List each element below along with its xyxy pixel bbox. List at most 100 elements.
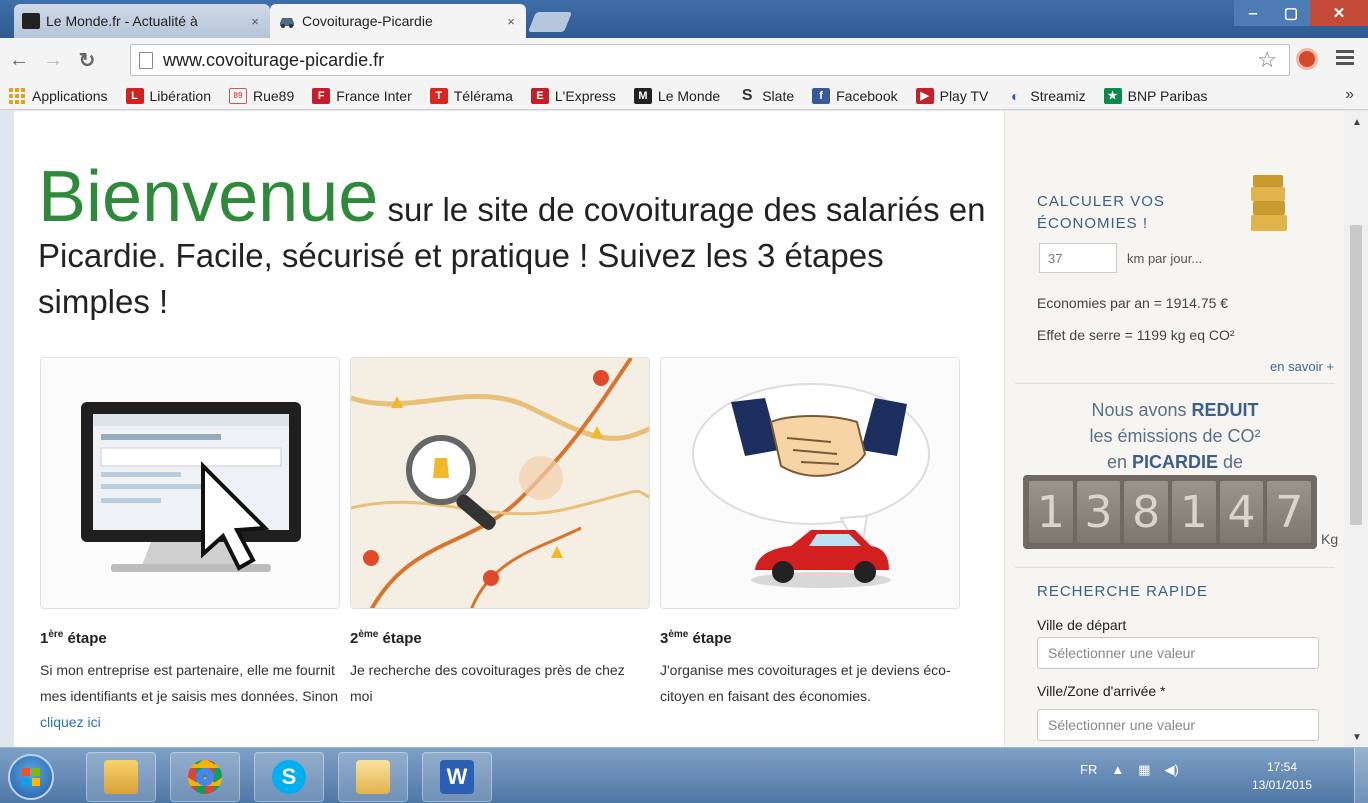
taskbar-chrome[interactable] xyxy=(170,752,240,802)
km-per-day-label: km par jour... xyxy=(1127,251,1203,266)
step-3-heading: 3ème étape xyxy=(660,629,732,647)
step-3-description: J'organise mes covoiturages et je devien… xyxy=(660,662,951,704)
new-tab-button[interactable] xyxy=(527,12,573,32)
bookmark-telerama[interactable]: T Télérama xyxy=(429,87,513,104)
address-bar[interactable]: www.covoiturage-picardie.fr ☆ xyxy=(130,44,1290,76)
steps-section: 1ère étape Si mon entreprise est partena… xyxy=(40,357,970,747)
telerama-icon: T xyxy=(429,87,448,104)
divider xyxy=(1015,383,1335,384)
counter-digit: 4 xyxy=(1219,481,1264,543)
folder-icon xyxy=(356,760,390,794)
bookmark-playtv[interactable]: ▶ Play TV xyxy=(915,87,989,104)
computer-screen-illustration[interactable] xyxy=(40,357,340,609)
yearly-savings-text: Economies par an = 1914.75 € xyxy=(1037,295,1229,311)
back-arrow-icon[interactable]: ← xyxy=(4,45,34,75)
streamiz-icon: ◐ xyxy=(1011,87,1020,104)
show-hidden-icons-icon[interactable]: ▲ xyxy=(1111,762,1124,778)
scroll-down-icon[interactable]: ▼ xyxy=(1352,732,1362,743)
close-window-button[interactable]: ✕ xyxy=(1310,0,1368,26)
bookmark-streamiz[interactable]: ◐ Streamiz xyxy=(1006,88,1085,104)
departure-label: Ville de départ xyxy=(1037,617,1127,633)
step-3: 3ème étape J'organise mes covoiturages e… xyxy=(660,357,960,709)
bookmark-facebook[interactable]: f Facebook xyxy=(812,87,898,104)
bookmark-star-icon[interactable]: ☆ xyxy=(1257,47,1277,73)
map-search-illustration[interactable] xyxy=(350,357,650,609)
facebook-icon: f xyxy=(812,87,831,104)
car-favicon-icon xyxy=(278,13,296,29)
arrival-label: Ville/Zone d'arrivée * xyxy=(1037,683,1166,699)
bookmark-label: Facebook xyxy=(836,87,898,104)
close-tab-icon[interactable]: × xyxy=(504,14,518,29)
bookmark-applications[interactable]: Applications xyxy=(8,87,108,104)
quick-search-title: RECHERCHE RAPIDE xyxy=(1037,583,1209,600)
tab-covoiturage[interactable]: Covoiturage-Picardie × xyxy=(270,4,526,38)
more-bookmarks-icon[interactable]: » xyxy=(1345,86,1354,104)
co2-counter: 1 3 8 1 4 7 xyxy=(1023,475,1317,549)
learn-more-link[interactable]: en savoir + xyxy=(1270,359,1334,374)
start-button[interactable] xyxy=(8,754,54,800)
step-1-description: Si mon entreprise est partenaire, elle m… xyxy=(40,662,339,730)
menu-icon[interactable] xyxy=(1336,50,1354,68)
bookmark-label: L'Express xyxy=(554,87,616,104)
handshake-car-illustration[interactable] xyxy=(660,357,960,609)
step-1: 1ère étape Si mon entreprise est partena… xyxy=(40,357,340,735)
right-sidebar: Calculer vos économies ! km par jour... … xyxy=(1004,111,1344,747)
close-tab-icon[interactable]: × xyxy=(248,14,262,29)
tab-title: Le Monde.fr - Actualité à xyxy=(46,13,198,29)
forward-arrow-icon[interactable]: → xyxy=(38,45,68,75)
clock[interactable]: 17:54 13/01/2015 xyxy=(1252,758,1312,794)
apps-icon xyxy=(8,87,26,104)
bookmark-label: Streamiz xyxy=(1030,87,1086,104)
arrival-select[interactable]: Sélectionner une valeur xyxy=(1037,709,1319,741)
bookmark-label: Slate xyxy=(762,87,795,104)
bookmark-le-monde[interactable]: M Le Monde xyxy=(633,87,721,104)
show-desktop-button[interactable] xyxy=(1354,748,1368,803)
vertical-scrollbar[interactable]: ▲ ▼ xyxy=(1344,111,1368,747)
bookmark-label: Play TV xyxy=(939,87,989,104)
windows-taskbar: S W FR ▲ ▦ ◀) 17:54 13/01/2015 xyxy=(0,747,1368,803)
bookmark-express[interactable]: E L'Express xyxy=(530,87,616,104)
browser-toolbar: ← → ↻ www.covoiturage-picardie.fr ☆ xyxy=(0,38,1368,82)
language-indicator[interactable]: FR xyxy=(1080,762,1097,778)
volume-icon[interactable]: ◀) xyxy=(1165,762,1179,778)
system-tray: FR ▲ ▦ ◀) xyxy=(1080,762,1179,778)
tab-le-monde[interactable]: Le Monde.fr - Actualité à × xyxy=(14,4,270,38)
scroll-thumb[interactable] xyxy=(1350,225,1362,525)
maximize-button[interactable]: ▢ xyxy=(1272,0,1310,26)
greenhouse-effect-text: Effet de serre = 1199 kg eq CO² xyxy=(1037,327,1235,343)
network-icon[interactable]: ▦ xyxy=(1138,762,1150,778)
extension-icon[interactable] xyxy=(1296,48,1318,70)
minimize-button[interactable]: ‒ xyxy=(1234,0,1272,26)
bookmark-rue89[interactable]: 89 Rue89 xyxy=(229,87,294,104)
welcome-heading: Bienvenue sur le site de covoiturage des… xyxy=(38,161,998,325)
bookmark-slate[interactable]: S Slate xyxy=(738,87,795,104)
bookmark-france-inter[interactable]: F France Inter xyxy=(312,87,412,104)
word-icon: W xyxy=(440,760,474,794)
taskbar-skype[interactable]: S xyxy=(254,752,324,802)
bookmark-label: Télérama xyxy=(453,87,513,104)
scroll-up-icon[interactable]: ▲ xyxy=(1352,117,1362,128)
reload-icon[interactable]: ↻ xyxy=(72,45,102,75)
tab-strip: Le Monde.fr - Actualité à × Covoiturage-… xyxy=(0,0,1368,38)
co2-reduction-text: Nous avons REDUIT les émissions de CO² e… xyxy=(1089,400,1261,472)
bookmark-label: Applications xyxy=(32,87,108,104)
bookmark-label: Le Monde xyxy=(657,87,721,104)
km-per-day-input[interactable] xyxy=(1039,243,1117,273)
click-here-link[interactable]: cliquez ici xyxy=(40,714,101,730)
page-icon xyxy=(139,51,153,69)
step-2-heading: 2ème étape xyxy=(350,629,422,647)
counter-digit: 8 xyxy=(1124,481,1169,543)
savings-calculator-title: Calculer vos économies ! xyxy=(1037,193,1165,232)
bookmark-bnp[interactable]: ★ BNP Paribas xyxy=(1103,87,1208,104)
france-inter-icon: F xyxy=(312,87,331,104)
rue89-icon: 89 xyxy=(229,87,247,104)
counter-digit: 1 xyxy=(1029,481,1073,543)
taskbar-explorer[interactable] xyxy=(86,752,156,802)
bnp-icon: ★ xyxy=(1103,87,1122,104)
departure-select[interactable]: Sélectionner une valeur xyxy=(1037,637,1319,669)
bookmark-liberation[interactable]: L Libération xyxy=(125,87,211,104)
bookmark-label: BNP Paribas xyxy=(1127,87,1208,104)
chrome-icon xyxy=(188,760,222,794)
taskbar-folder[interactable] xyxy=(338,752,408,802)
taskbar-word[interactable]: W xyxy=(422,752,492,802)
